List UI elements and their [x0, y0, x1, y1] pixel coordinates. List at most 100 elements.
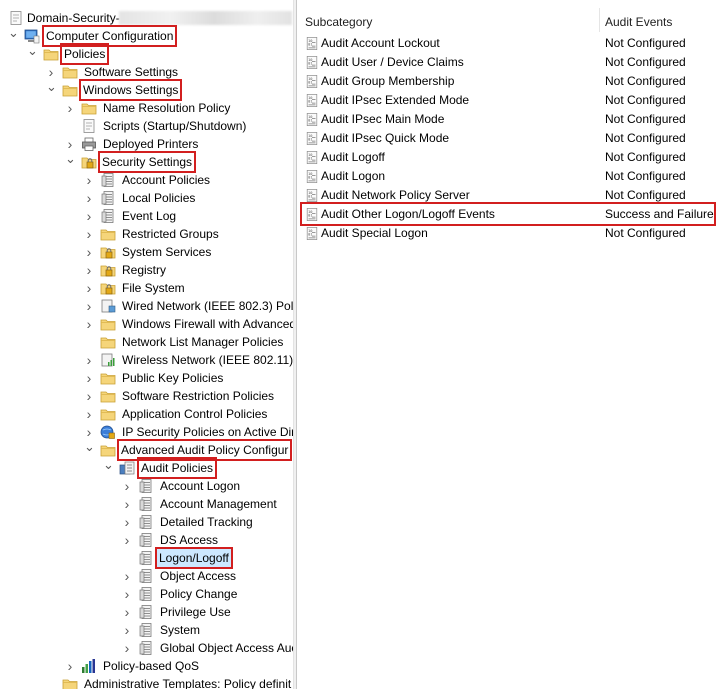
column-divider[interactable] [599, 8, 600, 32]
tree-item-label: Deployed Printers [103, 137, 199, 151]
details-list[interactable]: Subcategory Audit Events Audit Account L… [297, 0, 727, 689]
chevron-right-icon[interactable] [84, 261, 94, 279]
chevron-right-icon[interactable] [122, 513, 132, 531]
chevron-right-icon[interactable] [84, 351, 94, 369]
list-item[interactable]: Audit Logon Not Configured [297, 167, 727, 186]
tree-item[interactable]: Logon/Logoff [0, 547, 293, 569]
tree-item[interactable]: Event Log [0, 207, 293, 225]
tree-item-label: Security Settings [97, 151, 197, 173]
list-item[interactable]: Audit User / Device Claims Not Configured [297, 53, 727, 72]
chevron-down-icon[interactable] [103, 459, 113, 477]
tree-item[interactable]: Network List Manager Policies [0, 333, 293, 351]
audit-setting-icon [305, 112, 319, 127]
tree-item[interactable]: Software Settings [0, 63, 293, 81]
tree-item-label: Public Key Policies [122, 371, 224, 385]
tree-item[interactable]: Policies [0, 43, 293, 65]
list-item[interactable]: Audit Group Membership Not Configured [297, 72, 727, 91]
list-item[interactable]: Audit IPsec Extended Mode Not Configured [297, 91, 727, 110]
chevron-right-icon[interactable] [122, 567, 132, 585]
chevron-right-icon[interactable] [122, 477, 132, 495]
subcategory-name: Audit Account Lockout [321, 36, 440, 50]
tree-item[interactable]: Wireless Network (IEEE 802.11) P [0, 351, 293, 369]
chevron-right-icon[interactable] [84, 243, 94, 261]
tree-item[interactable]: Windows Firewall with Advanced [0, 315, 293, 333]
tree-item-label: Scripts (Startup/Shutdown) [103, 119, 247, 133]
chevron-right-icon[interactable] [122, 495, 132, 513]
tree-item[interactable]: Restricted Groups [0, 225, 293, 243]
tree-item-label: Account Management [160, 497, 277, 511]
chevron-right-icon[interactable] [122, 639, 132, 657]
tree-item-label: Software Restriction Policies [122, 389, 275, 403]
policy-icon [138, 568, 154, 584]
tree-item[interactable]: DS Access [0, 531, 293, 549]
chevron-right-icon[interactable] [84, 189, 94, 207]
tree-item[interactable]: Scripts (Startup/Shutdown) [0, 117, 293, 135]
chevron-right-icon[interactable] [84, 279, 94, 297]
tree-item[interactable]: Local Policies [0, 189, 293, 207]
tree-item[interactable]: Application Control Policies [0, 405, 293, 423]
tree-item[interactable]: Account Policies [0, 171, 293, 189]
tree-item-label: Name Resolution Policy [103, 101, 231, 115]
subcategory-name: Audit Logon [321, 169, 386, 183]
list-item[interactable]: Audit IPsec Quick Mode Not Configured [297, 129, 727, 148]
list-item[interactable]: Audit Account Lockout Not Configured [297, 34, 727, 53]
chevron-right-icon[interactable] [84, 225, 94, 243]
chevron-right-icon[interactable] [84, 405, 94, 423]
chevron-right-icon[interactable] [122, 603, 132, 621]
tree-item[interactable]: File System [0, 279, 293, 297]
tree-item[interactable]: Account Management [0, 495, 293, 513]
chevron-right-icon[interactable] [84, 315, 94, 333]
chevron-down-icon[interactable] [65, 153, 75, 171]
column-header-audit-events[interactable]: Audit Events [605, 12, 672, 32]
tree-item[interactable]: System [0, 621, 293, 639]
tree-item-label: Restricted Groups [122, 227, 219, 241]
chevron-right-icon[interactable] [84, 207, 94, 225]
list-item[interactable]: Audit Special Logon Not Configured [297, 224, 727, 243]
tree-item[interactable]: Registry [0, 261, 293, 279]
audit-events-value: Not Configured [605, 93, 686, 107]
security-folder-icon [100, 262, 116, 278]
tree-item[interactable]: Advanced Audit Policy Configur [0, 439, 293, 461]
subcategory-name: Audit Group Membership [321, 74, 455, 88]
tree-item[interactable]: Wired Network (IEEE 802.3) Polic [0, 297, 293, 315]
tree-item[interactable]: Software Restriction Policies [0, 387, 293, 405]
tree-item[interactable]: Computer Configuration [0, 25, 293, 47]
audit-setting-icon [305, 131, 319, 146]
tree-item[interactable]: Privilege Use [0, 603, 293, 621]
tree-item[interactable]: Policy Change [0, 585, 293, 603]
tree-item[interactable]: Detailed Tracking [0, 513, 293, 531]
qos-icon [81, 658, 97, 674]
chevron-right-icon[interactable] [122, 585, 132, 603]
chevron-down-icon[interactable] [8, 27, 18, 45]
chevron-right-icon[interactable] [122, 531, 132, 549]
tree-item-label: DS Access [160, 533, 219, 547]
chevron-right-icon[interactable] [84, 297, 94, 315]
chevron-right-icon[interactable] [84, 171, 94, 189]
tree-item[interactable]: Administrative Templates: Policy definit [0, 675, 293, 689]
list-item[interactable]: Audit IPsec Main Mode Not Configured [297, 110, 727, 129]
chevron-right-icon[interactable] [84, 369, 94, 387]
tree-item[interactable]: System Services [0, 243, 293, 261]
chevron-down-icon[interactable] [84, 441, 94, 459]
tree-item[interactable]: Public Key Policies [0, 369, 293, 387]
chevron-down-icon[interactable] [46, 81, 56, 99]
console-tree[interactable]: 10 01 Domain-Security- Computer Configur… [0, 0, 293, 689]
tree-item[interactable]: Account Logon [0, 477, 293, 495]
chevron-right-icon[interactable] [65, 657, 75, 675]
chevron-right-icon[interactable] [122, 621, 132, 639]
tree-item[interactable]: Policy-based QoS [0, 657, 293, 675]
tree-item[interactable]: Audit Policies [0, 457, 293, 479]
chevron-right-icon[interactable] [84, 387, 94, 405]
tree-item[interactable]: Windows Settings [0, 79, 293, 101]
tree-item-label: Object Access [160, 569, 237, 583]
list-item[interactable]: Audit Logoff Not Configured [297, 148, 727, 167]
tree-item[interactable]: Name Resolution Policy [0, 99, 293, 117]
tree-item[interactable]: Global Object Access Auc [0, 639, 293, 657]
tree-item[interactable]: Security Settings [0, 151, 293, 173]
tree-item[interactable]: Object Access [0, 567, 293, 585]
tree-item[interactable]: IP Security Policies on Active Dir [0, 423, 293, 441]
tree-item[interactable]: Deployed Printers [0, 135, 293, 153]
chevron-down-icon[interactable] [27, 45, 37, 63]
chevron-right-icon[interactable] [65, 99, 75, 117]
column-header-subcategory[interactable]: Subcategory [305, 12, 372, 32]
